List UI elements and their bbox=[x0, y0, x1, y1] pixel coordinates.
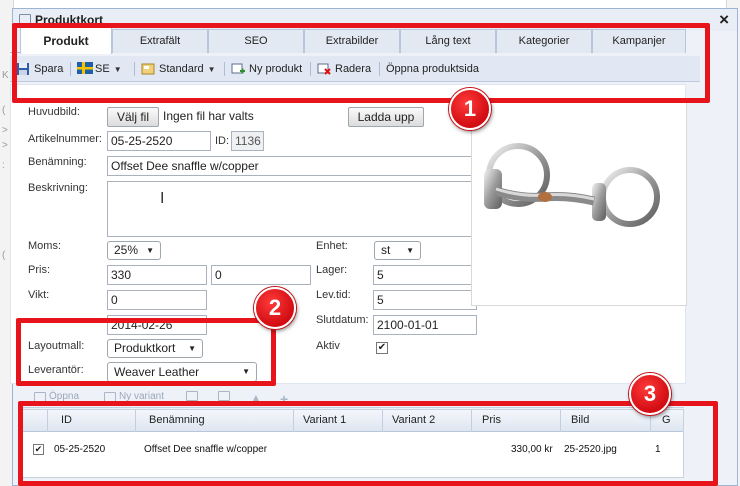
vat-select[interactable]: 25% ▼ bbox=[107, 241, 161, 260]
callout-box-3 bbox=[18, 401, 718, 486]
weight-label: Vikt: bbox=[28, 289, 50, 301]
unit-label: Enhet: bbox=[316, 240, 348, 252]
copy-variant-button[interactable] bbox=[186, 391, 198, 401]
name-label: Benämning: bbox=[28, 156, 87, 168]
no-file-chosen-text: Ingen fil har valts bbox=[163, 109, 254, 123]
chevron-down-icon: ▼ bbox=[406, 246, 414, 255]
end-date-input[interactable]: 2100-01-01 bbox=[373, 315, 477, 335]
price-input-secondary[interactable]: 0 bbox=[211, 265, 311, 285]
active-label: Aktiv bbox=[316, 340, 340, 352]
new-variant-icon bbox=[104, 391, 116, 402]
upload-button[interactable]: Ladda upp bbox=[348, 107, 424, 127]
product-image bbox=[471, 102, 687, 306]
callout-box-1 bbox=[12, 23, 710, 103]
text-cursor-icon: I bbox=[160, 190, 165, 207]
callout-badge-1: 1 bbox=[449, 88, 491, 130]
id-label: ID: bbox=[215, 135, 230, 147]
choose-file-button[interactable]: Välj fil bbox=[107, 107, 159, 127]
price-input[interactable]: 330 bbox=[107, 265, 207, 285]
stock-label: Lager: bbox=[316, 264, 348, 276]
unit-select[interactable]: st ▼ bbox=[374, 241, 421, 260]
end-date-label: Slutdatum: bbox=[316, 314, 369, 326]
main-image-label: Huvudbild: bbox=[28, 106, 80, 118]
leadtime-label: Lev.tid: bbox=[316, 289, 351, 301]
id-field: 1136 bbox=[231, 131, 264, 151]
open-icon bbox=[34, 391, 46, 402]
leadtime-input[interactable]: 5 bbox=[373, 290, 477, 310]
vat-label: Moms: bbox=[28, 240, 61, 252]
close-icon[interactable]: × bbox=[719, 10, 729, 30]
vat-value: 25% bbox=[114, 243, 139, 257]
callout-badge-2: 2 bbox=[254, 287, 296, 329]
weight-input[interactable]: 0 bbox=[107, 290, 207, 310]
article-number-label: Artikelnummer: bbox=[28, 133, 102, 145]
article-number-input[interactable]: 05-25-2520 bbox=[107, 131, 211, 151]
stock-input[interactable]: 5 bbox=[373, 265, 477, 285]
callout-box-2 bbox=[16, 318, 276, 386]
delete-variant-button[interactable] bbox=[218, 391, 230, 401]
chevron-down-icon: ▼ bbox=[146, 246, 154, 255]
description-label: Beskrivning: bbox=[28, 182, 88, 194]
copy-icon bbox=[186, 391, 198, 401]
callout-badge-3: 3 bbox=[629, 373, 671, 415]
name-input[interactable]: Offset Dee snaffle w/copper bbox=[107, 156, 478, 176]
price-label: Pris: bbox=[28, 264, 50, 276]
delete-icon bbox=[218, 391, 230, 401]
unit-value: st bbox=[381, 243, 391, 257]
active-checkbox[interactable]: ✔ bbox=[376, 342, 388, 354]
